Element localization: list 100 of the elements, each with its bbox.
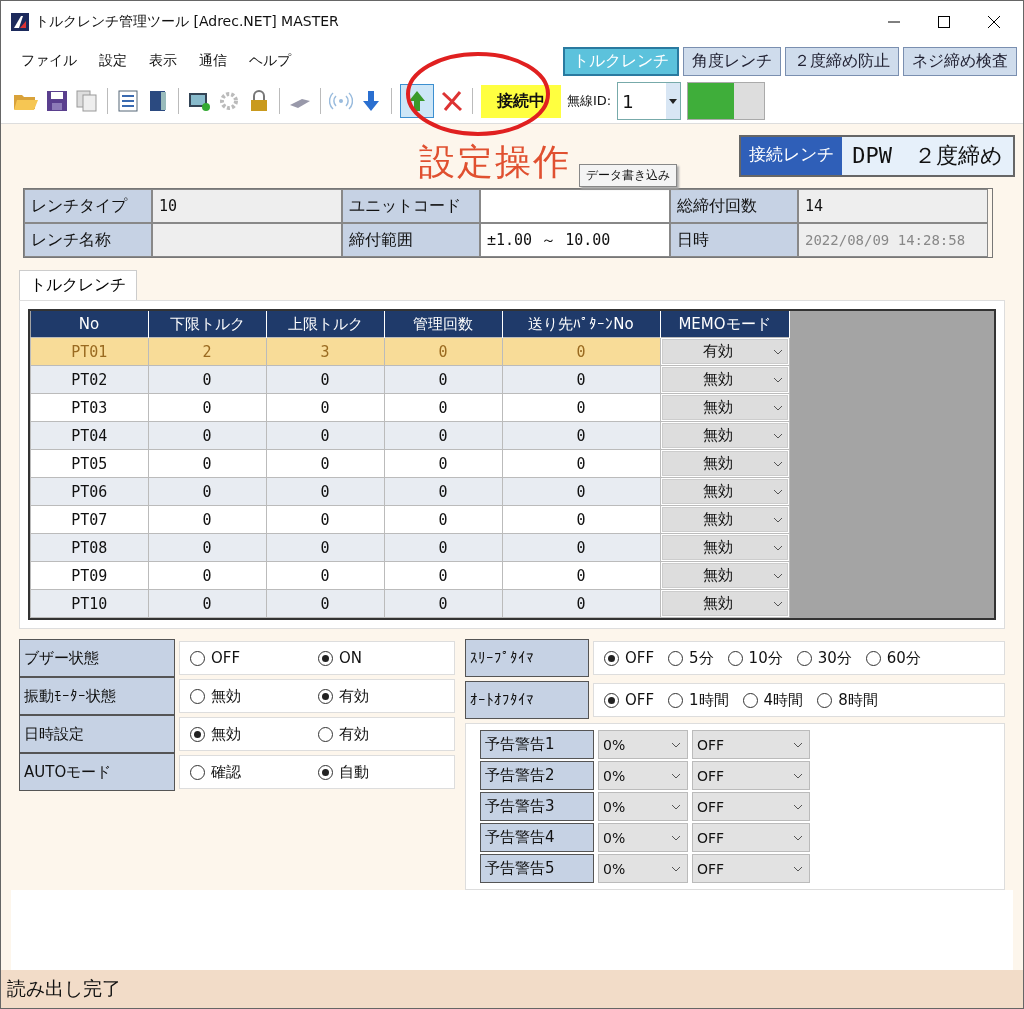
column-header: 下限トルク [148,311,266,338]
table-cell: 0 [502,533,660,562]
memo-dropdown[interactable]: 無効 [661,451,788,476]
table-cell: 0 [266,533,384,562]
table-cell: 0 [266,589,384,618]
mode-tab[interactable]: 角度レンチ [683,46,781,76]
memo-dropdown[interactable]: 無効 [661,423,788,448]
table-cell: 0 [502,421,660,450]
memo-dropdown[interactable]: 無効 [661,563,788,588]
memo-dropdown[interactable]: 有効 [661,339,788,364]
info-label: レンチ名称 [24,223,152,257]
table-row[interactable]: PT01 2 3 0 0 有効 [30,337,789,366]
wireless-id-label: 無線ID: [567,92,612,110]
table-cell: 0 [384,421,502,450]
table-row[interactable]: PT09 0 0 0 0 無効 [30,561,789,590]
table-cell: 0 [266,561,384,590]
table-row[interactable]: PT03 0 0 0 0 無効 [30,393,789,422]
table-cell: 0 [266,477,384,506]
table-cell: 0 [266,449,384,478]
table-cell: 0 [148,449,266,478]
percent-dropdown[interactable]: 0% [598,823,688,852]
info-label: 総締付回数 [670,189,798,223]
menu-item[interactable]: 通信 [199,52,227,70]
radio-label: OFF [211,649,241,667]
percent-dropdown[interactable]: 0% [598,730,688,759]
percent-dropdown[interactable]: 0% [598,854,688,883]
table-cell: PT10 [30,589,148,618]
info-label: レンチタイプ [24,189,152,223]
table-cell: PT08 [30,533,148,562]
table-cell: PT07 [30,505,148,534]
setting-label: ｽﾘｰﾌﾟﾀｲﾏ [465,639,589,677]
radio-label: 1時間 [689,690,729,710]
warning-label: 予告警告1 [480,730,594,759]
table-cell: 0 [266,505,384,534]
memo-dropdown[interactable]: 無効 [661,507,788,532]
table-cell: 0 [384,505,502,534]
memo-dropdown[interactable]: 無効 [661,535,788,560]
table-cell: 0 [384,365,502,394]
table-cell: 0 [148,505,266,534]
table-row[interactable]: PT05 0 0 0 0 無効 [30,449,789,478]
connected-wrench-label: 接続レンチ [741,137,843,175]
column-header: 管理回数 [384,311,502,338]
radio-label: ON [339,649,363,667]
tab[interactable]: トルクレンチ [19,270,137,300]
table-row[interactable]: PT10 0 0 0 0 無効 [30,589,789,618]
mode-dropdown[interactable]: OFF [692,761,810,790]
menu-item[interactable]: ヘルプ [249,52,291,70]
table-cell: 0 [148,589,266,618]
table-cell: 0 [148,393,266,422]
radio-label: 5分 [689,648,714,668]
menu-item[interactable]: ファイル [21,52,77,70]
column-header: 送り先ﾊﾟﾀｰﾝNo [502,311,660,338]
table-cell: PT01 [30,337,148,366]
menu-item[interactable]: 設定 [99,52,127,70]
percent-dropdown[interactable]: 0% [598,761,688,790]
radio-label: OFF [625,691,655,709]
menu-item[interactable]: 表示 [149,52,177,70]
table-row[interactable]: PT04 0 0 0 0 無効 [30,421,789,450]
table-row[interactable]: PT07 0 0 0 0 無効 [30,505,789,534]
table-cell: 0 [384,449,502,478]
mode-tab[interactable]: ネジ締め検査 [903,46,1017,76]
table-row[interactable]: PT08 0 0 0 0 無効 [30,533,789,562]
table-row[interactable]: PT02 0 0 0 0 無効 [30,365,789,394]
table-cell: 0 [502,337,660,366]
memo-dropdown[interactable]: 無効 [661,479,788,504]
memo-dropdown[interactable]: 無効 [661,367,788,392]
tooltip: データ書き込み [579,164,677,187]
mode-tab[interactable]: ２度締め防止 [785,46,899,76]
table-row[interactable]: PT06 0 0 0 0 無効 [30,477,789,506]
mode-dropdown[interactable]: OFF [692,730,810,759]
table-cell: 0 [266,393,384,422]
mode-dropdown[interactable]: OFF [692,823,810,852]
status-text: 読み出し完了 [7,976,121,1001]
radio-label: 確認 [211,762,241,782]
wireless-id-dropdown[interactable]: 1 [617,82,682,120]
warning-label: 予告警告5 [480,854,594,883]
table-cell: 0 [266,365,384,394]
setting-label: ｵｰﾄｵﾌﾀｲﾏ [465,681,589,719]
table-cell: 0 [148,477,266,506]
table-cell: 0 [148,533,266,562]
table-cell: 0 [384,589,502,618]
table-cell: 0 [384,561,502,590]
table-cell: 0 [502,365,660,394]
radio-label: 60分 [886,648,921,668]
column-header: 上限トルク [266,311,384,338]
table-cell: PT05 [30,449,148,478]
memo-dropdown[interactable]: 無効 [661,395,788,420]
radio-label: 自動 [339,762,369,782]
mode-dropdown[interactable]: OFF [692,792,810,821]
info-label: 締付範囲 [342,223,480,257]
percent-dropdown[interactable]: 0% [598,792,688,821]
column-header: MEMOモード [660,311,789,338]
connection-status: 接続中 [481,84,561,118]
warning-label: 予告警告3 [480,792,594,821]
memo-dropdown[interactable]: 無効 [661,591,788,616]
table-cell: 0 [502,561,660,590]
table-cell: 0 [148,421,266,450]
connected-wrench-value: DPW ２度締め [842,137,1013,175]
table-cell: 0 [384,477,502,506]
mode-dropdown[interactable]: OFF [692,854,810,883]
